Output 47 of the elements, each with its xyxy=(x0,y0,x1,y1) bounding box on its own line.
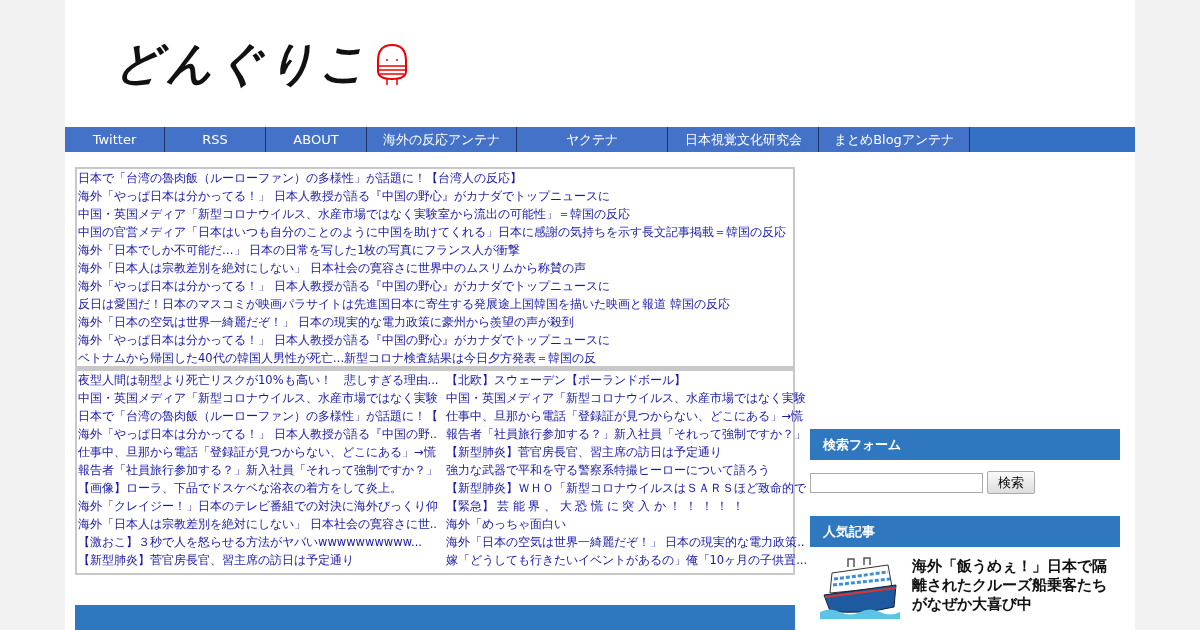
article-link[interactable]: 海外「日本の空気は世界一綺麗だぞ！」 日本の現実的な電力政策に豪州から羨望の声が殺到 xyxy=(77,313,793,331)
article-link[interactable]: 海外「日本でしか不可能だ…」 日本の日常を写した1枚の写真にフランス人が衝撃 xyxy=(77,241,793,259)
search-button[interactable]: 検索 xyxy=(987,471,1035,494)
article-link[interactable]: 仕事中、旦那から電話「登録証が見つからない、どこにある」→慌 xyxy=(444,407,804,425)
article-link[interactable]: 海外「日本人は宗教差別を絶対にしない」 日本社会の寛容さに世.. xyxy=(77,515,437,533)
article-link[interactable]: 海外「やっぱ日本は分かってる！」 日本人教授が語る『中国の野心』がカナダでトップニュースに xyxy=(77,331,793,349)
search-heading: 検索フォーム xyxy=(810,429,1120,460)
article-link[interactable]: 【新型肺炎】菅官房長官、習主席の訪日は予定通り xyxy=(444,443,722,461)
article-link[interactable]: 嫁「どうしても行きたいイベントがあるの」俺「10ヶ月の子供置... xyxy=(444,551,808,569)
article-link[interactable]: ベトナムから帰国した40代の韓国人男性が死亡…新型コロナ検査結果は今日夕方発表＝韓国の反 xyxy=(77,349,793,366)
article-link[interactable]: 【新型肺炎】ＷＨＯ「新型コロナウイルスはＳＡＲＳほど致命的で xyxy=(444,479,806,497)
ship-icon xyxy=(820,557,900,619)
nav-link[interactable]: ABOUT xyxy=(266,127,367,152)
article-link[interactable]: 中国・英国メディア「新型コロナウイルス、水産市場ではなく実験 xyxy=(77,389,438,407)
article-link[interactable]: 中国の官営メディア「日本はいつも自分のことのように中国を助けてくれる」日本に感謝の気持ちを示す長文記事掲載＝韓国の反応 xyxy=(77,223,793,241)
nav-link[interactable]: まとめBlogアンテナ xyxy=(819,127,970,152)
article-link[interactable]: 夜型人間は朝型より死亡リスクが10%も高い！ 悲しすぎる理由... xyxy=(77,371,439,389)
article-link[interactable]: 日本で「台湾の魯肉飯（ルーローファン）の多様性」が話題に！【台湾人の反応】 xyxy=(77,169,793,187)
article-link[interactable]: 【画像】ローラ、下品でドスケベな浴衣の着方をして炎上。 xyxy=(77,479,402,497)
nav-link[interactable]: Twitter xyxy=(65,127,165,152)
article-link[interactable]: 【北欧】スウェーデン【ポーランドボール】 xyxy=(444,371,686,389)
article-link[interactable]: 日本で「台湾の魯肉飯（ルーローファン）の多様性」が話題に！【 xyxy=(77,407,438,425)
article-link[interactable]: 仕事中、旦那から電話「登録証が見つからない、どこにある」→慌 xyxy=(77,443,436,461)
article-link[interactable]: 反日は愛国だ！日本のマスコミが映画パラサイトは先進国日本に寄生する発展途上国韓国を描いた映画と報道 韓国の反応 xyxy=(77,295,793,313)
article-link[interactable]: 【緊急】 芸 能 界 、 大 恐 慌 に 突 入 か ！ ！ ！ ！ ！ xyxy=(444,497,745,515)
article-link[interactable]: 海外「めっちゃ面白い xyxy=(444,515,566,533)
popular-article-link[interactable]: 海外「飯うめぇ！」日本で隔離されたクルーズ船乗客たちがなぜか大喜び中 xyxy=(912,557,1112,614)
article-link[interactable]: 海外「クレイジー！」日本のテレビ番組での対決に海外びっくり仰 xyxy=(77,497,438,515)
article-link[interactable]: 報告者「社員旅行参加する？」新入社員「それって強制ですか？」 xyxy=(77,461,438,479)
nav-link[interactable]: 海外の反応アンテナ xyxy=(367,127,517,152)
article-link[interactable]: 中国・英国メディア「新型コロナウイルス、水産市場ではなく実験 xyxy=(444,389,806,407)
article-link[interactable]: 海外「やっぱ日本は分かってる！」 日本人教授が語る『中国の野心』がカナダでトップニュースに xyxy=(77,277,793,295)
article-link[interactable]: 海外「日本人は宗教差別を絶対にしない」 日本社会の寛容さに世界中のムスリムから称賛の声 xyxy=(77,259,793,277)
article-link[interactable]: 海外「日本の空気は世界一綺麗だぞ！」 日本の現実的な電力政策.. xyxy=(444,533,805,551)
site-logo[interactable]: どんぐりこ xyxy=(115,32,370,95)
article-link[interactable]: 報告者「社員旅行参加する？」新入社員「それって強制ですか？」 xyxy=(444,425,806,443)
nav-link[interactable]: RSS xyxy=(165,127,266,152)
article-link[interactable]: 海外「やっぱ日本は分かってる！」 日本人教授が語る『中国の野心』がカナダでトップニュースに xyxy=(77,187,793,205)
nav-link[interactable]: 日本視覚文化研究会 xyxy=(668,127,819,152)
article-link[interactable]: 【激おこ】３秒で人を怒らせる方法がヤバいwwwwwwwwww... xyxy=(77,533,422,551)
search-field[interactable] xyxy=(810,472,983,493)
article-link[interactable]: 中国・英国メディア「新型コロナウイルス、水産市場ではなく実験室から流出の可能性」＝韓国の反応 xyxy=(77,205,793,223)
article-link[interactable]: 【新型肺炎】菅官房長官、習主席の訪日は予定通り xyxy=(77,551,354,569)
article-link[interactable]: 海外「やっぱ日本は分かってる！」 日本人教授が語る『中国の野.. xyxy=(77,425,437,443)
popular-heading: 人気記事 xyxy=(810,516,1120,547)
article-link[interactable]: 強力な武器で平和を守る警察系特撮ヒーローについて語ろう xyxy=(444,461,770,479)
nav-link[interactable]: ヤクテナ xyxy=(517,127,668,152)
